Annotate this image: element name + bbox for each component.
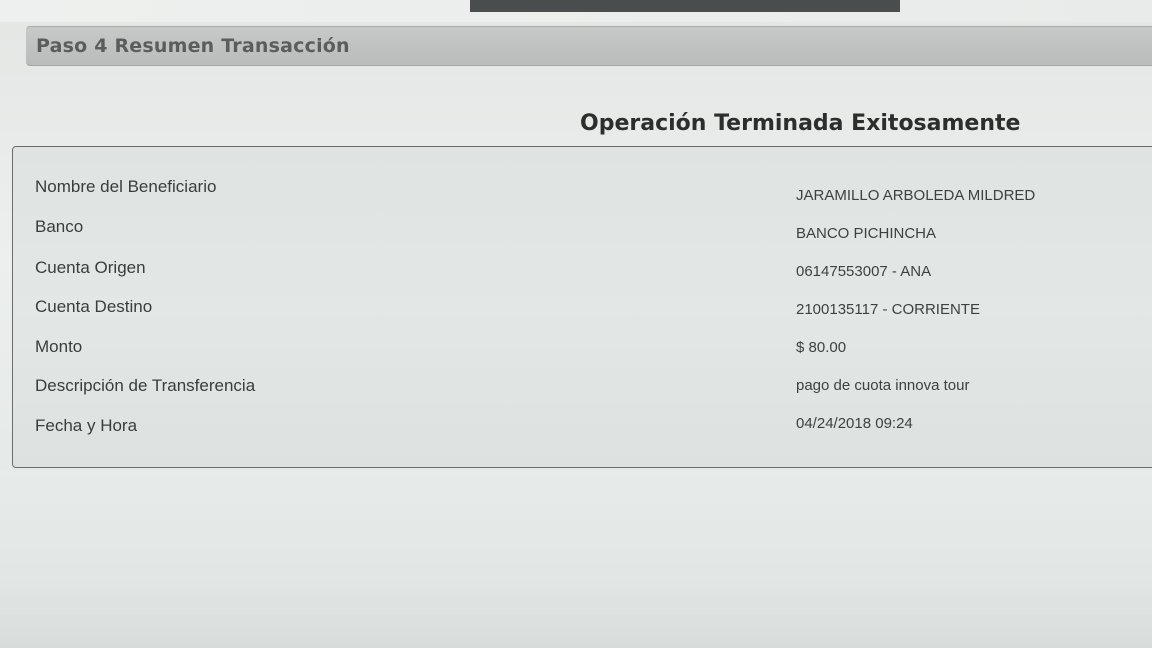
- success-heading: Operación Terminada Exitosamente: [580, 111, 1021, 136]
- page-lower-area: [0, 470, 1152, 648]
- date-time-label: Fecha y Hora: [35, 416, 138, 435]
- transfer-description-value: pago de cuota innova tour: [796, 377, 970, 394]
- origin-account-label: Cuenta Origen: [35, 258, 146, 277]
- beneficiary-name-value: JARAMILLO ARBOLEDA MILDRED: [796, 187, 1036, 204]
- destination-account-value: 2100135117 - CORRIENTE: [796, 301, 980, 318]
- beneficiary-name-label: Nombre del Beneficiario: [35, 177, 217, 196]
- amount-label: Monto: [35, 337, 83, 356]
- amount-value: $ 80.00: [796, 339, 847, 356]
- bank-value: BANCO PICHINCHA: [796, 225, 937, 242]
- step-title: Paso 4 Resumen Transacción: [36, 35, 350, 57]
- bank-label: Banco: [35, 217, 84, 236]
- transaction-summary-panel: Nombre del Beneficiario JARAMILLO ARBOLE…: [12, 146, 1152, 468]
- transfer-description-label: Descripción de Transferencia: [35, 376, 256, 395]
- top-nav-bar: [470, 0, 900, 12]
- destination-account-label: Cuenta Destino: [35, 297, 153, 316]
- step-header-bar: Paso 4 Resumen Transacción: [26, 26, 1152, 66]
- origin-account-value: 06147553007 - ANA: [796, 263, 932, 280]
- date-time-value: 04/24/2018 09:24: [796, 415, 913, 432]
